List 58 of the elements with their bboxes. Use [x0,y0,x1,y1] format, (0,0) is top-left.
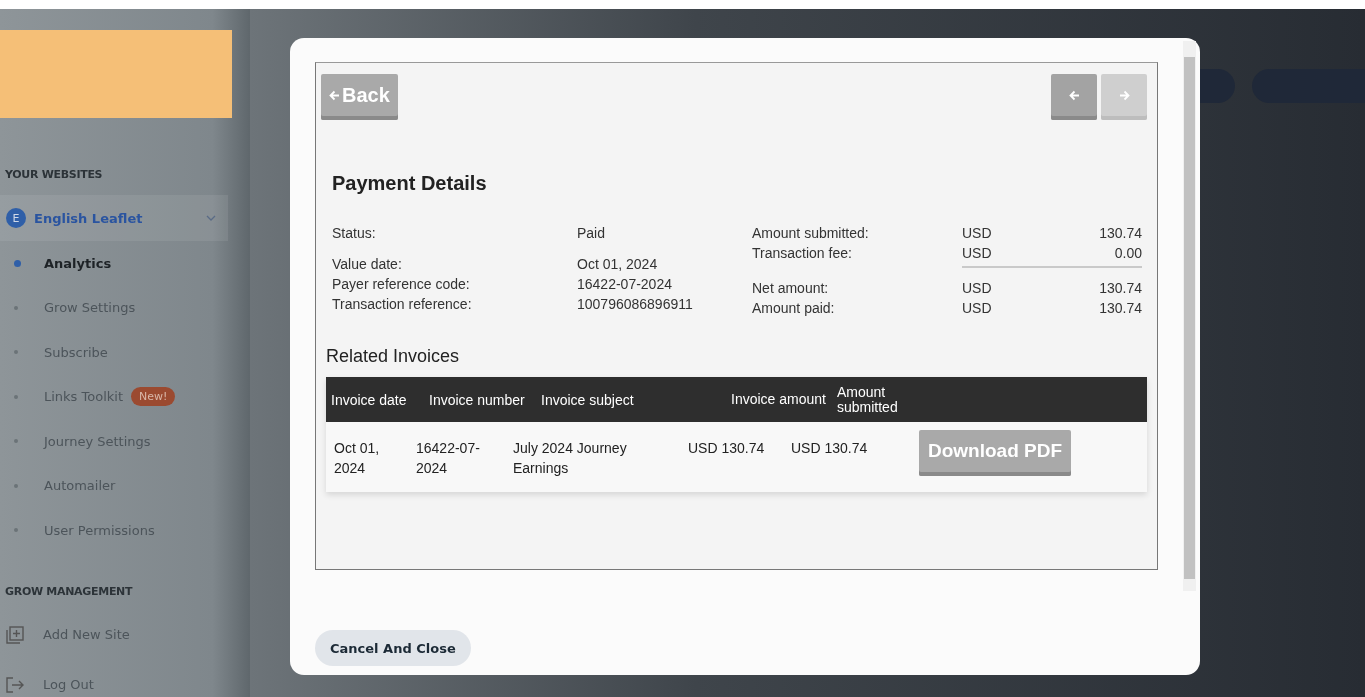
right-arrow-icon [1118,90,1130,101]
download-pdf-button[interactable]: Download PDF [919,430,1072,476]
column-header: Invoice subject [541,391,635,408]
new-badge: New! [131,387,176,407]
section-heading: GROW MANAGEMENT [4,584,134,598]
detail-label: Value date: [332,256,403,274]
left-arrow-icon [1068,90,1080,101]
detail-value: Oct 01, 2024 [577,256,658,274]
dialog-title: Payment Details [332,172,488,195]
logout-icon [5,675,25,694]
column-header: Invoice number [429,391,526,408]
detail-label: Payer reference code: [332,276,471,294]
table-cell-text: July 2024 Journey Earnings [513,439,628,478]
amount-value: 130.74 [1098,280,1142,298]
back-button[interactable]: Back [321,74,398,120]
detail-value: 100796086896911 [577,296,693,314]
column-header: Amount submitted [837,384,899,415]
nav-item[interactable]: Add New Site [0,609,250,660]
table-cell-text: Oct 01, 2024 [333,439,381,478]
site-name: English Leaflet [34,210,144,226]
nav-item[interactable]: User Permissions [0,508,250,553]
amount-label: Transaction fee: [752,245,853,263]
currency: USD [962,280,993,298]
nav-item[interactable]: Analytics [0,241,250,286]
detail-value: Paid [577,225,606,243]
amount-value: 130.74 [1098,225,1142,243]
nav-item[interactable]: Subscribe [0,330,250,375]
detail-label: Transaction reference: [332,296,473,314]
nav-item[interactable]: Automailer [0,463,250,508]
nav-item[interactable]: Journey Settings [0,419,250,464]
previous-button[interactable] [1051,74,1097,120]
nav-item[interactable]: Grow Settings [0,285,250,330]
nav-item[interactable]: Log Out [0,659,250,697]
section-heading: YOUR WEBSITES [4,168,104,181]
currency: USD [962,225,993,243]
table-cell-text: 16422-07-2024 [416,439,481,478]
detail-label: Status: [332,225,377,243]
website-selector[interactable]: E English Leaflet [0,195,228,241]
chevron-icon [206,215,216,221]
amount-value: 0.00 [1113,245,1142,263]
amount-label: Amount submitted: [752,225,870,243]
column-header: Invoice amount [731,392,827,407]
currency: USD [962,300,993,318]
amount-label: Net amount: [752,280,830,298]
column-header: Invoice date [330,391,408,408]
scrollbar[interactable] [1183,41,1196,591]
table-cell-text: USD 130.74 [791,439,869,458]
detail-value: 16422-07-2024 [577,276,672,294]
amount-value: 130.74 [1098,300,1142,318]
table-cell-text: USD 130.74 [687,439,766,458]
left-arrow-icon [329,89,340,101]
currency: USD [962,245,993,263]
site-avatar: E [6,208,26,228]
amount-label: Amount paid: [752,300,836,318]
section-title: Related Invoices [326,346,461,367]
add-site-icon [5,624,25,645]
nav-item[interactable]: Links Toolkit New! [0,374,250,419]
cancel-button[interactable]: Cancel And Close [315,630,471,666]
